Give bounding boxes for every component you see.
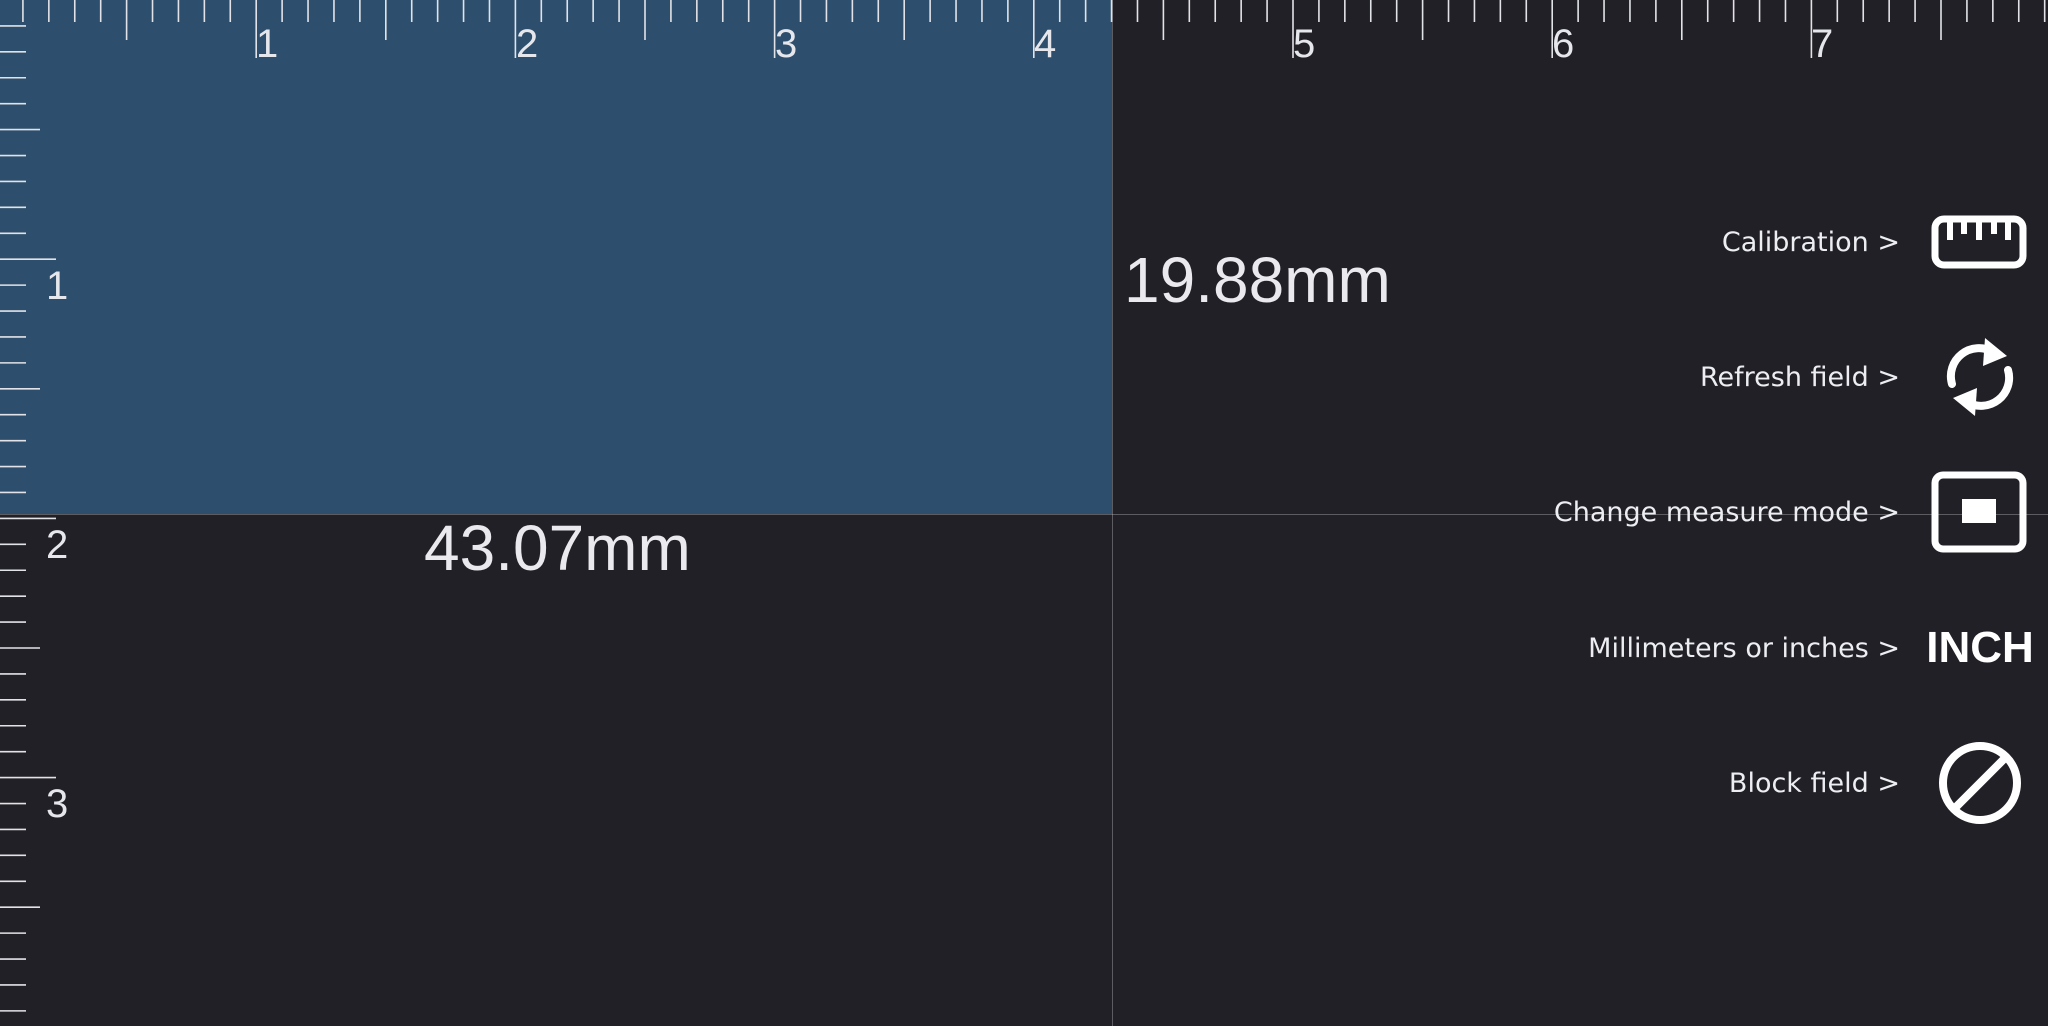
measure-mode-icon[interactable] (1930, 462, 2030, 562)
left-ruler-number: 3 (46, 782, 69, 826)
top-ruler-number: 5 (1293, 22, 1316, 66)
calibration-label: Calibration > (1721, 226, 1900, 258)
unit-toggle-button[interactable]: Millimeters or inches > INCH (1500, 598, 2034, 698)
block-icon[interactable] (1930, 733, 2030, 833)
ruler-icon[interactable] (1930, 192, 2030, 292)
left-ruler-number: 1 (46, 264, 69, 308)
change-measure-mode-label: Change measure mode > (1553, 496, 1900, 528)
top-ruler-number: 6 (1552, 22, 1575, 66)
unit-value: INCH (1926, 623, 2034, 672)
refresh-field-button[interactable]: Refresh field > (1500, 327, 2030, 427)
measuring-canvas[interactable]: 1 2 3 4 5 6 7 1 2 3 19.88mm 43.07mm Cali… (0, 0, 2048, 1026)
refresh-field-label: Refresh field > (1699, 361, 1900, 393)
change-measure-mode-button[interactable]: Change measure mode > (1500, 462, 2030, 562)
block-field-button[interactable]: Block field > (1500, 733, 2030, 833)
top-ruler-number: 2 (516, 22, 539, 66)
top-ruler-number: 3 (775, 22, 798, 66)
top-ruler-number: 4 (1034, 22, 1057, 66)
unit-toggle-label: Millimeters or inches > (1588, 632, 1900, 664)
width-measurement-value: 43.07mm (424, 512, 691, 584)
refresh-icon[interactable] (1930, 327, 2030, 427)
unit-text[interactable]: INCH (1926, 598, 2034, 698)
block-field-label: Block field > (1728, 767, 1900, 799)
height-measurement-value: 19.88mm (1124, 244, 1391, 316)
top-ruler-number: 1 (256, 22, 279, 66)
calibration-button[interactable]: Calibration > (1500, 192, 2030, 292)
top-ruler-number: 7 (1811, 22, 1834, 66)
left-ruler-number: 2 (46, 523, 69, 567)
